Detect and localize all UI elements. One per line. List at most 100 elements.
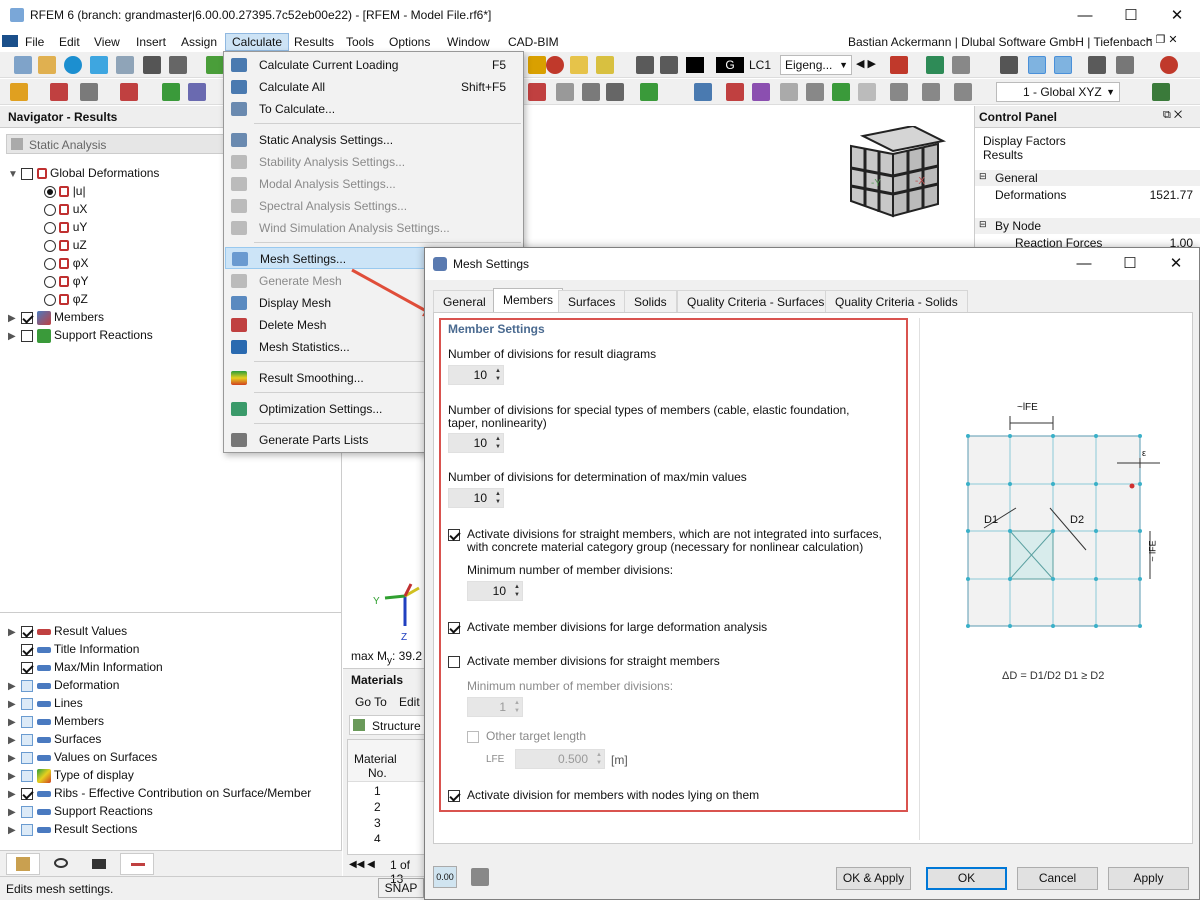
display-item[interactable]: ▶ Deformation <box>8 676 338 694</box>
tab-display[interactable] <box>44 853 78 875</box>
node-result-icon[interactable] <box>926 56 944 74</box>
minimize-icon[interactable]: — <box>1061 248 1107 279</box>
menu-edit-table[interactable]: Edit <box>399 695 420 709</box>
structure-select[interactable]: Structure <box>349 715 425 735</box>
navigation-cube-icon[interactable]: -Y -X <box>843 126 953 226</box>
display-item[interactable]: ▶ Result Values <box>8 622 338 640</box>
menu-assign[interactable]: Assign <box>175 33 223 51</box>
checkbox[interactable] <box>21 787 34 800</box>
view-tool-icon[interactable] <box>528 83 546 101</box>
display-item[interactable]: ▶ Ribs - Effective Contribution on Surfa… <box>8 784 338 802</box>
stepper-arrows-icon[interactable]: ▲ ▼ <box>493 435 501 451</box>
menu-tools[interactable]: Tools <box>340 33 380 51</box>
expand-icon[interactable]: ▶ <box>8 328 18 346</box>
display-item[interactable]: Max/Min Information <box>8 658 338 676</box>
table-row[interactable]: 1 <box>374 784 381 798</box>
min-divisions-2-stepper[interactable]: 1 ▲ ▼ <box>467 697 523 717</box>
tab-results[interactable] <box>120 853 154 875</box>
min-divisions-stepper[interactable]: 10 ▲ ▼ <box>467 581 523 601</box>
splitter[interactable] <box>0 612 342 613</box>
checkbox[interactable] <box>21 679 34 692</box>
star-icon[interactable] <box>10 83 28 101</box>
coordinate-system-select[interactable]: 1 - Global XYZ ▼ <box>996 82 1120 102</box>
display-item[interactable]: ▶ Values on Surfaces <box>8 748 338 766</box>
nodes-on-members-checkbox[interactable] <box>448 788 460 802</box>
lc-nav-arrows[interactable]: ◀ ▶ <box>856 57 876 70</box>
checkbox[interactable] <box>21 643 34 656</box>
menu-calculate[interactable]: Calculate <box>225 33 290 51</box>
arrow-icon[interactable] <box>832 83 850 101</box>
tab-members[interactable]: Members <box>493 288 564 312</box>
menu-cad-bim[interactable]: CAD-BIM <box>502 33 565 51</box>
display-item[interactable]: Title Information <box>8 640 338 658</box>
display-item[interactable]: ▶ Type of display <box>8 766 338 784</box>
expand-icon[interactable]: ▼ <box>8 166 18 184</box>
copy-icon[interactable] <box>471 868 489 886</box>
target-icon[interactable] <box>546 56 564 74</box>
tab-surfaces[interactable]: Surfaces <box>558 290 626 312</box>
ok-apply-button[interactable]: OK & Apply <box>836 867 911 890</box>
radio[interactable] <box>44 185 56 198</box>
maximize-icon[interactable]: ☐ <box>1107 248 1153 279</box>
tab-solids[interactable]: Solids <box>624 290 677 312</box>
tab-data[interactable] <box>6 853 40 875</box>
funnel-icon[interactable] <box>694 83 712 101</box>
menu-view[interactable]: View <box>88 33 126 51</box>
result-diagram-divisions-stepper[interactable]: 10 ▲ ▼ <box>448 365 504 385</box>
max-values-icon[interactable] <box>1000 56 1018 74</box>
tree-item-u-abs[interactable]: |u| <box>8 182 228 200</box>
display-item[interactable]: ▶ Support Reactions <box>8 802 338 820</box>
view-settings-icon[interactable] <box>1152 83 1170 101</box>
close-icon[interactable]: ✕ <box>1153 248 1199 279</box>
snap-toggle[interactable]: SNAP <box>378 878 424 898</box>
app-menu-icon[interactable] <box>2 35 18 47</box>
stepper-arrows-icon[interactable]: ▲ ▼ <box>512 583 520 599</box>
wave-icon[interactable] <box>752 83 770 101</box>
print-preview-icon[interactable] <box>116 56 134 74</box>
display-item[interactable]: ▶ Members <box>8 712 338 730</box>
straight-members-checkbox[interactable] <box>448 654 460 668</box>
stepper-arrows-icon[interactable]: ▲ ▼ <box>493 490 501 506</box>
analysis-select[interactable]: Static Analysis <box>6 134 224 154</box>
tab-views[interactable] <box>82 853 116 875</box>
radio[interactable] <box>44 221 56 234</box>
cp-deformations-value[interactable]: 1521.77 <box>1125 186 1197 204</box>
snap-icon[interactable] <box>640 83 658 101</box>
checkbox[interactable] <box>21 661 34 674</box>
tree-item-uz[interactable]: uZ <box>8 236 228 254</box>
select-icon[interactable] <box>606 83 624 101</box>
menu-file[interactable]: File <box>19 33 50 51</box>
checkbox[interactable] <box>467 730 479 743</box>
distribute-icon[interactable] <box>922 83 940 101</box>
checkbox[interactable] <box>21 329 34 342</box>
tree-item-phiz[interactable]: φZ <box>8 290 228 308</box>
tree-item-global-deformations[interactable]: ▼ Global Deformations <box>8 164 228 182</box>
menu-goto[interactable]: Go To <box>355 695 387 709</box>
frame-tool-icon[interactable] <box>120 83 138 101</box>
menu-item-wind-settings[interactable]: Wind Simulation Analysis Settings... <box>225 217 522 239</box>
xxx-icon[interactable] <box>1054 56 1072 74</box>
tab-quality-solids[interactable]: Quality Criteria - Solids <box>825 290 968 312</box>
tree-item-ux[interactable]: uX <box>8 200 228 218</box>
menu-item-stability-settings[interactable]: Stability Analysis Settings... <box>225 151 522 173</box>
checkbox[interactable] <box>21 625 34 638</box>
stepper-arrows-icon[interactable]: ▲ ▼ <box>512 699 520 715</box>
checkbox[interactable] <box>21 769 34 782</box>
open-icon[interactable] <box>38 56 56 74</box>
delete-result-icon[interactable] <box>890 56 908 74</box>
radio[interactable] <box>44 239 56 252</box>
deform-view-icon[interactable] <box>1028 56 1046 74</box>
menu-options[interactable]: Options <box>383 33 436 51</box>
tab-general[interactable]: General <box>433 290 496 312</box>
display-item[interactable]: ▶ Surfaces <box>8 730 338 748</box>
solid-icon[interactable] <box>806 83 824 101</box>
cloud-icon[interactable] <box>64 56 82 74</box>
support-tool-icon[interactable] <box>162 83 180 101</box>
menu-window[interactable]: Window <box>441 33 496 51</box>
results-tool-icon[interactable] <box>528 56 546 74</box>
anim-icon[interactable] <box>1116 56 1134 74</box>
render-icon[interactable] <box>582 83 600 101</box>
checkbox[interactable] <box>21 715 34 728</box>
cp-group-general[interactable]: ⊟ General <box>975 170 1200 186</box>
checkbox[interactable] <box>21 167 34 180</box>
